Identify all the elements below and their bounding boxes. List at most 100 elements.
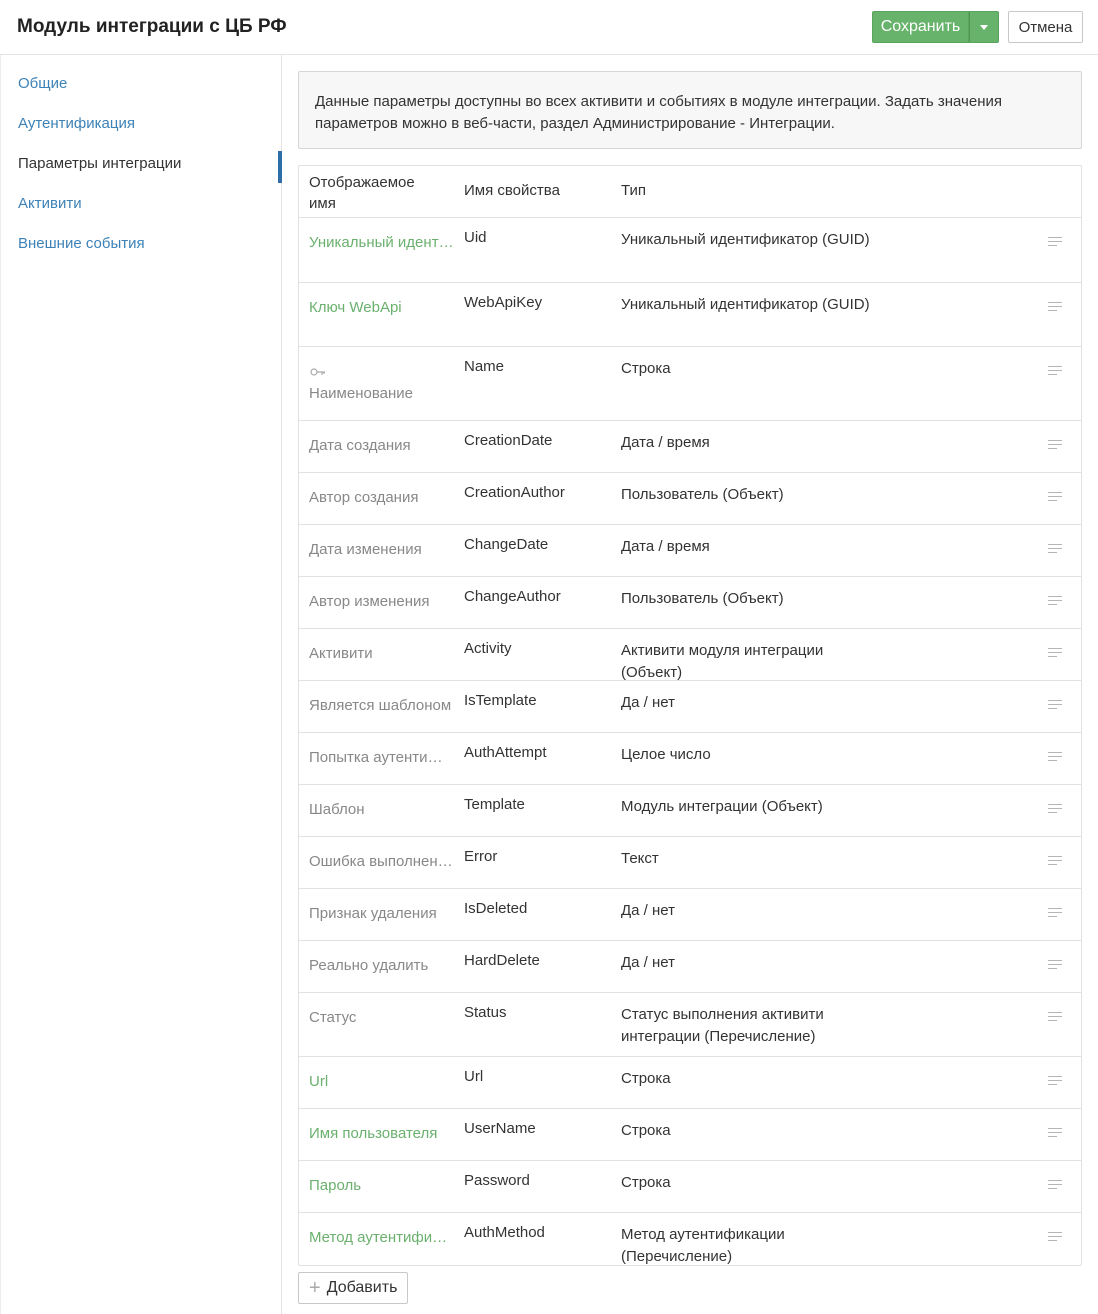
row-menu-icon[interactable] <box>1048 648 1062 660</box>
cancel-button[interactable]: Отмена <box>1008 11 1083 43</box>
table-row[interactable]: Дата изменения ChangeDate Дата / время <box>299 525 1081 577</box>
property-name-cell: ChangeAuthor <box>464 588 561 605</box>
table-row[interactable]: Активити Activity Активити модуля интеграц… <box>299 629 1081 681</box>
table-row[interactable]: Пароль Password Строка <box>299 1161 1081 1213</box>
type-cell: Дата / время <box>621 434 710 451</box>
type-cell: Метод аутентификации (Перечисление) <box>621 1226 785 1265</box>
table-row[interactable]: Наименование Name Строка <box>299 347 1081 421</box>
type-cell: Активити модуля интеграции (Объект) <box>621 642 824 681</box>
property-name-cell: Error <box>464 848 498 865</box>
add-button-label: Добавить <box>326 1279 398 1296</box>
row-menu-icon[interactable] <box>1048 908 1062 920</box>
row-menu-icon[interactable] <box>1048 804 1062 816</box>
property-name-cell: IsTemplate <box>464 692 537 709</box>
active-nav-indicator <box>278 151 282 183</box>
save-dropdown-button[interactable] <box>969 11 999 43</box>
display-name-cell[interactable]: Статус <box>309 1009 454 1026</box>
display-name-cell[interactable]: Автор создания <box>309 489 454 506</box>
row-menu-icon[interactable] <box>1048 856 1062 868</box>
type-cell: Уникальный идентификатор (GUID) <box>621 231 870 248</box>
display-name-cell[interactable]: Шаблон <box>309 801 454 818</box>
display-name-cell[interactable]: Активити <box>309 645 454 662</box>
type-cell: Текст <box>621 850 659 867</box>
row-menu-icon[interactable] <box>1048 492 1062 504</box>
type-cell: Строка <box>621 1174 671 1191</box>
property-name-cell: WebApiKey <box>464 294 543 311</box>
table-row[interactable]: Url Url Строка <box>299 1057 1081 1109</box>
table-row[interactable]: Имя пользователя UserName Строка <box>299 1109 1081 1161</box>
row-menu-icon[interactable] <box>1048 596 1062 608</box>
table-row[interactable]: Попытка аутентификации AuthAttempt Целое ч… <box>299 733 1081 785</box>
type-cell: Да / нет <box>621 902 676 919</box>
display-name-cell[interactable]: Попытка аутентификации <box>309 749 454 766</box>
header-bar: Модуль интеграции с ЦБ РФ Сохранить Отме… <box>0 0 1098 55</box>
table-row[interactable]: Дата создания CreationDate Дата / время <box>299 421 1081 473</box>
display-name-cell[interactable]: Признак удаления <box>309 905 454 922</box>
table-header: Отображаемое имя Имя свойства Тип <box>299 166 1081 218</box>
add-parameter-button[interactable]: + Добавить <box>298 1272 408 1304</box>
display-name-cell[interactable]: Реально удалить <box>309 957 454 974</box>
sidebar: Общие Аутентификация Параметры интеграци… <box>0 55 282 1314</box>
display-name-cell[interactable]: Url <box>309 1073 454 1090</box>
display-name-cell[interactable]: Пароль <box>309 1177 454 1194</box>
property-name-cell: HardDelete <box>464 952 540 969</box>
type-cell: Пользователь (Объект) <box>621 590 784 607</box>
table-row[interactable]: Является шаблоном IsTemplate Да / нет <box>299 681 1081 733</box>
display-name-cell[interactable]: Метод аутентификации <box>309 1229 454 1246</box>
table-row[interactable]: Реально удалить HardDelete Да / нет <box>299 941 1081 993</box>
property-name-cell: Password <box>464 1172 530 1189</box>
row-menu-icon[interactable] <box>1048 1128 1062 1140</box>
caret-down-icon <box>980 24 988 30</box>
row-menu-icon[interactable] <box>1048 1012 1062 1024</box>
display-name-cell[interactable]: Имя пользователя <box>309 1125 454 1142</box>
display-name-cell[interactable]: Является шаблоном <box>309 697 454 714</box>
row-menu-icon[interactable] <box>1048 544 1062 556</box>
table-row[interactable]: Уникальный идентификатор Uid Уникальный ид… <box>299 218 1081 283</box>
row-menu-icon[interactable] <box>1048 440 1062 452</box>
sidebar-item-authentication[interactable]: Аутентификация <box>18 115 135 132</box>
display-name-cell[interactable]: Дата изменения <box>309 541 454 558</box>
sidebar-item-general[interactable]: Общие <box>18 75 67 92</box>
table-row[interactable]: Статус Status Статус выполнения активити и… <box>299 993 1081 1057</box>
row-menu-icon[interactable] <box>1048 1076 1062 1088</box>
row-menu-icon[interactable] <box>1048 1232 1062 1244</box>
table-row[interactable]: Шаблон Template Модуль интеграции (Объект) <box>299 785 1081 837</box>
type-cell: Строка <box>621 1070 671 1087</box>
display-name-cell[interactable]: Наименование <box>309 385 454 402</box>
row-menu-icon[interactable] <box>1048 1180 1062 1192</box>
column-header-name: Имя свойства <box>464 182 560 199</box>
display-name-cell[interactable]: Уникальный идентификатор <box>309 234 454 251</box>
type-cell: Строка <box>621 1122 671 1139</box>
key-icon <box>310 363 326 380</box>
column-header-type: Тип <box>621 182 647 199</box>
row-menu-icon[interactable] <box>1048 302 1062 314</box>
type-cell: Дата / время <box>621 538 710 555</box>
property-name-cell: IsDeleted <box>464 900 528 917</box>
row-menu-icon[interactable] <box>1048 366 1062 378</box>
row-menu-icon[interactable] <box>1048 960 1062 972</box>
display-name-cell[interactable]: Автор изменения <box>309 593 454 610</box>
table-row[interactable]: Ключ WebApi WebApiKey Уникальный идентифик… <box>299 283 1081 347</box>
table-row[interactable]: Автор изменения ChangeAuthor Пользователь … <box>299 577 1081 629</box>
property-name-cell: AuthMethod <box>464 1224 545 1241</box>
sidebar-item-integration-params[interactable]: Параметры интеграции <box>18 155 181 172</box>
display-name-cell[interactable]: Дата создания <box>309 437 454 454</box>
table-row[interactable]: Признак удаления IsDeleted Да / нет <box>299 889 1081 941</box>
row-menu-icon[interactable] <box>1048 752 1062 764</box>
sidebar-item-activities[interactable]: Активити <box>18 195 82 212</box>
table-row[interactable]: Автор создания CreationAuthor Пользователь… <box>299 473 1081 525</box>
sidebar-item-external-events[interactable]: Внешние события <box>18 235 145 252</box>
property-name-cell: ChangeDate <box>464 536 549 553</box>
display-name-cell[interactable]: Ключ WebApi <box>309 299 454 316</box>
table-row[interactable]: Метод аутентификации AuthMethod Метод ауте… <box>299 1213 1081 1265</box>
type-cell: Да / нет <box>621 694 676 711</box>
row-menu-icon[interactable] <box>1048 700 1062 712</box>
property-name-cell: Template <box>464 796 525 813</box>
display-name-cell[interactable]: Ошибка выполнения <box>309 853 454 870</box>
row-menu-icon[interactable] <box>1048 237 1062 249</box>
type-cell: Пользователь (Объект) <box>621 486 784 503</box>
save-button[interactable]: Сохранить <box>872 11 969 43</box>
info-text: Данные параметры доступны во всех активи… <box>315 93 1002 132</box>
property-name-cell: UserName <box>464 1120 536 1137</box>
table-row[interactable]: Ошибка выполнения Error Текст <box>299 837 1081 889</box>
